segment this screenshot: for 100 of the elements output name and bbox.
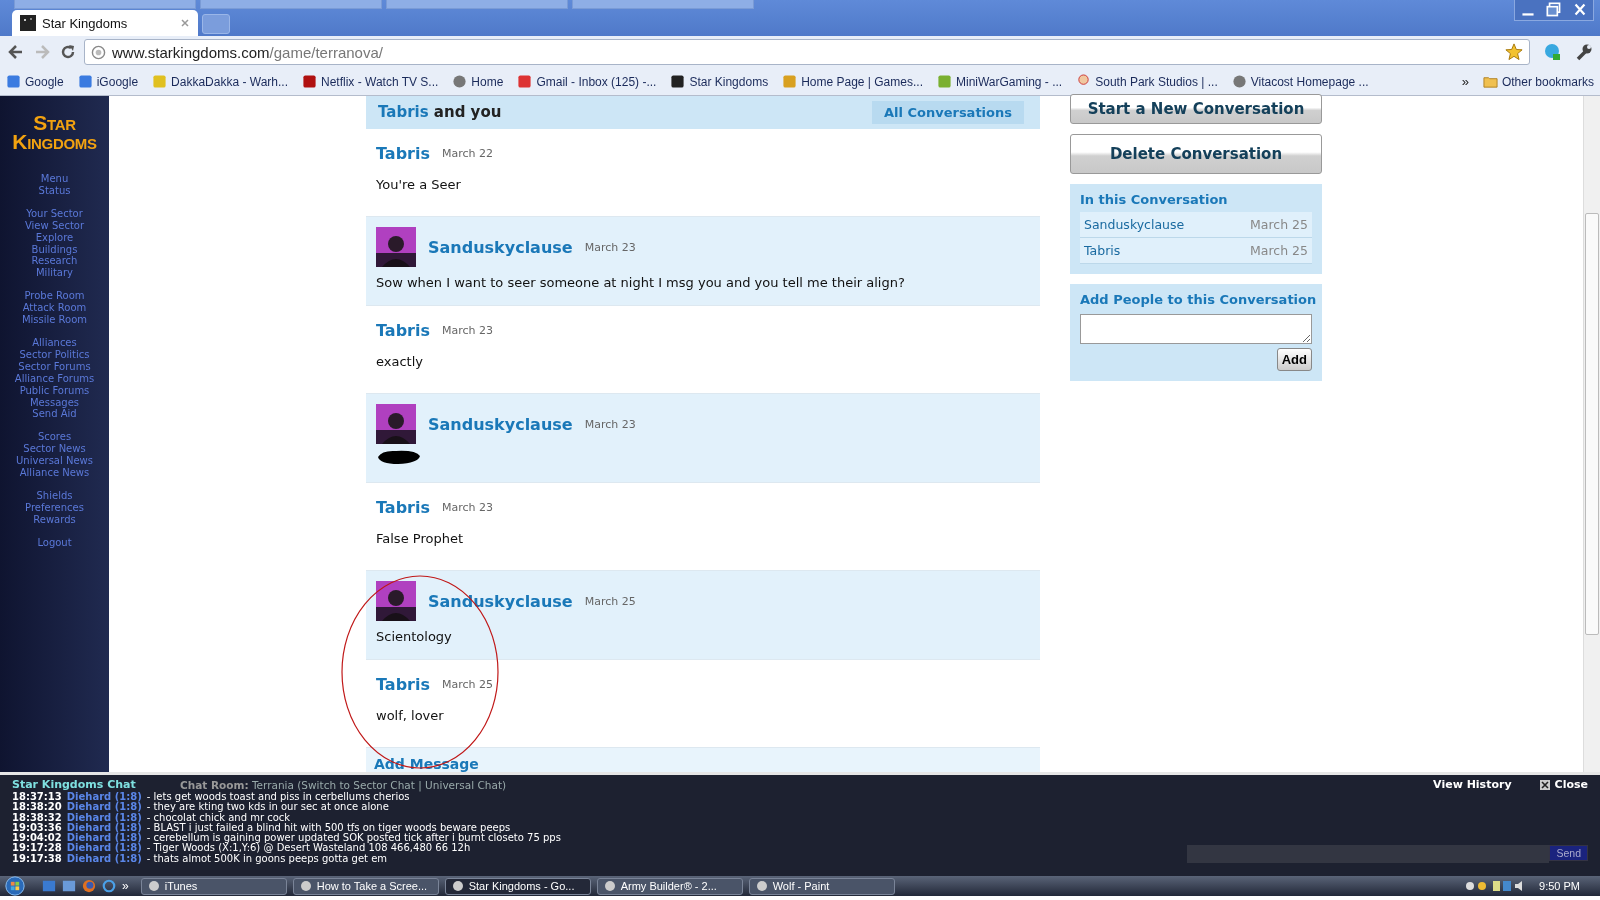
sidebar-link[interactable]: Universal News bbox=[16, 455, 93, 468]
bookmark-item[interactable]: Netflix - Watch TV S... bbox=[302, 74, 439, 89]
quick-launch-icon[interactable] bbox=[42, 879, 56, 893]
participant-row[interactable]: Tabris March 25 bbox=[1080, 238, 1312, 264]
message-date: March 23 bbox=[584, 240, 636, 254]
taskbar-item[interactable]: Wolf - Paint bbox=[748, 877, 895, 895]
action-button[interactable]: Delete Conversation bbox=[1070, 134, 1322, 174]
add-button[interactable]: Add bbox=[1276, 348, 1312, 371]
app-icon bbox=[299, 880, 312, 892]
message-author[interactable]: Tabris bbox=[376, 321, 430, 341]
chat-user[interactable]: Diehard (1:8) bbox=[66, 833, 142, 844]
sidebar-link[interactable]: Alliance News bbox=[19, 467, 90, 479]
chat-user[interactable]: Diehard (1:8) bbox=[66, 802, 142, 813]
sidebar-link[interactable]: Status bbox=[38, 184, 71, 197]
firefox-icon[interactable] bbox=[82, 879, 96, 893]
message-date: March 22 bbox=[442, 147, 494, 161]
sidebar-link[interactable]: Sector Forums bbox=[18, 360, 91, 373]
quick-launch-overflow[interactable]: » bbox=[122, 879, 129, 893]
chat-user[interactable]: Diehard (1:8) bbox=[66, 843, 142, 854]
chat-title: Star Kingdoms Chat bbox=[12, 778, 137, 791]
view-history-link[interactable]: View History bbox=[1433, 778, 1512, 791]
sidebar-link[interactable]: Send Aid bbox=[32, 408, 77, 421]
message-date: March 23 bbox=[584, 417, 636, 431]
bookmark-item[interactable]: Home bbox=[452, 74, 504, 89]
chat-user[interactable]: Diehard (1:8) bbox=[66, 853, 142, 865]
input-field[interactable] bbox=[1080, 314, 1312, 344]
chat-input[interactable] bbox=[1187, 845, 1550, 864]
message-author[interactable]: Tabris bbox=[376, 675, 430, 695]
avatar bbox=[376, 404, 416, 445]
sidebar-link[interactable]: Sector Politics bbox=[19, 348, 90, 361]
sidebar-link[interactable]: Rewards bbox=[33, 513, 76, 526]
globe-icon bbox=[1231, 74, 1247, 89]
taskbar-item[interactable]: Star Kingdoms - Go... bbox=[444, 877, 591, 895]
bookmark-item[interactable]: Home Page | Games... bbox=[782, 74, 923, 89]
browser-tab[interactable]: Star Kingdoms bbox=[12, 10, 198, 36]
sidebar-link[interactable]: Buildings bbox=[31, 243, 78, 256]
send-button[interactable]: Send bbox=[1549, 845, 1588, 862]
sidebar-link[interactable]: Public Forums bbox=[19, 384, 90, 397]
avatar bbox=[376, 227, 416, 268]
sidebar-link[interactable]: Your Sector bbox=[26, 207, 83, 220]
app-icon bbox=[755, 880, 768, 892]
message-author[interactable]: Sanduskyclause bbox=[428, 237, 573, 257]
quick-launch-icon[interactable] bbox=[62, 879, 76, 893]
participant-row[interactable]: Sanduskyclause March 25 bbox=[1080, 212, 1312, 238]
sidebar-link[interactable]: Shields bbox=[36, 489, 73, 502]
sidebar-link[interactable]: Menu bbox=[40, 173, 69, 185]
message-author[interactable]: Tabris bbox=[376, 498, 430, 518]
sidebar-link[interactable]: View Sector bbox=[24, 219, 85, 232]
bookmark-star-icon[interactable] bbox=[1505, 43, 1523, 61]
chat-user[interactable]: Diehard (1:8) bbox=[66, 822, 142, 834]
start-button[interactable] bbox=[4, 876, 26, 896]
close-chat-button[interactable]: Close bbox=[1539, 778, 1588, 791]
sidebar-link[interactable]: Attack Room bbox=[22, 302, 87, 315]
chat-time: 19:17:38 bbox=[12, 853, 62, 865]
bookmarks-overflow[interactable]: » bbox=[1461, 74, 1469, 89]
scrollbar[interactable] bbox=[1583, 96, 1600, 772]
taskbar-item[interactable]: Army Builder® - 2... bbox=[596, 877, 743, 895]
message-author[interactable]: Tabris bbox=[376, 144, 430, 164]
chat-user[interactable]: Diehard (1:8) bbox=[66, 812, 142, 823]
chat-time: 19:17:28 bbox=[12, 843, 62, 854]
action-button[interactable]: Start a New Conversation bbox=[1070, 94, 1322, 124]
sidebar-link[interactable]: Messages bbox=[29, 396, 79, 409]
bookmark-item[interactable]: Vitacost Homepage ... bbox=[1231, 74, 1369, 89]
message-date: March 23 bbox=[442, 324, 494, 338]
sidebar-link[interactable]: Scores bbox=[37, 431, 72, 444]
sidebar-link[interactable]: Preferences bbox=[25, 501, 84, 514]
taskbar-item[interactable]: iTunes bbox=[140, 877, 287, 895]
sidebar-link[interactable]: Alliances bbox=[32, 336, 77, 349]
wrench-icon[interactable] bbox=[1574, 42, 1594, 62]
bookmark-item[interactable]: iGoogle bbox=[77, 74, 139, 89]
sidebar-link[interactable]: Logout bbox=[37, 536, 72, 549]
message-text: You're a Seer bbox=[376, 176, 462, 192]
sidebar-link[interactable]: Missile Room bbox=[21, 314, 88, 326]
chat-user[interactable]: Diehard (1:8) bbox=[66, 792, 142, 803]
taskbar-item[interactable]: How to Take a Scree... bbox=[292, 877, 439, 895]
message-text: exactly bbox=[376, 353, 424, 369]
sidebar-link[interactable]: Probe Room bbox=[24, 290, 85, 303]
browser-icon[interactable] bbox=[102, 879, 116, 893]
sidebar-link[interactable]: Alliance Forums bbox=[14, 372, 95, 385]
message-author[interactable]: Sanduskyclause bbox=[428, 414, 573, 434]
other-bookmarks[interactable]: Other bookmarks bbox=[1482, 74, 1594, 89]
conversation-title: Tabris and you bbox=[378, 103, 502, 122]
extension-icon[interactable] bbox=[1542, 42, 1562, 62]
all-conversations-button[interactable]: All Conversations bbox=[871, 100, 1024, 124]
bookmark-icon bbox=[782, 74, 798, 89]
sidebar-link[interactable]: Military bbox=[35, 267, 73, 280]
bookmark-item[interactable]: South Park Studios | ... bbox=[1076, 74, 1218, 89]
bookmark-item[interactable]: DakkaDakka - Warh... bbox=[152, 74, 288, 89]
bookmark-item[interactable]: Google bbox=[6, 74, 64, 89]
panel-title: In this Conversation bbox=[1080, 192, 1229, 207]
sidebar-link[interactable]: Explore bbox=[35, 231, 74, 244]
bookmark-item[interactable]: Gmail - Inbox (125) -... bbox=[517, 74, 657, 89]
chat-message: - Tiger Woods (X:1,Y:6) @ Desert Wasteland 108 466,480 66 12h bbox=[146, 843, 471, 854]
close-tab-icon[interactable] bbox=[180, 18, 190, 28]
address-bar[interactable]: www.starkingdoms.com/game/terranova/ bbox=[84, 39, 1530, 65]
bookmark-item[interactable]: Star Kingdoms bbox=[670, 74, 769, 89]
bookmark-item[interactable]: MiniWarGaming - ... bbox=[936, 74, 1063, 89]
sidebar-link[interactable]: Sector News bbox=[23, 443, 86, 456]
sidebar-link[interactable]: Research bbox=[31, 255, 78, 268]
chat-message: - BLAST i just failed a blind hit with 500 tfs on tiger woods beware peeps bbox=[146, 822, 511, 834]
